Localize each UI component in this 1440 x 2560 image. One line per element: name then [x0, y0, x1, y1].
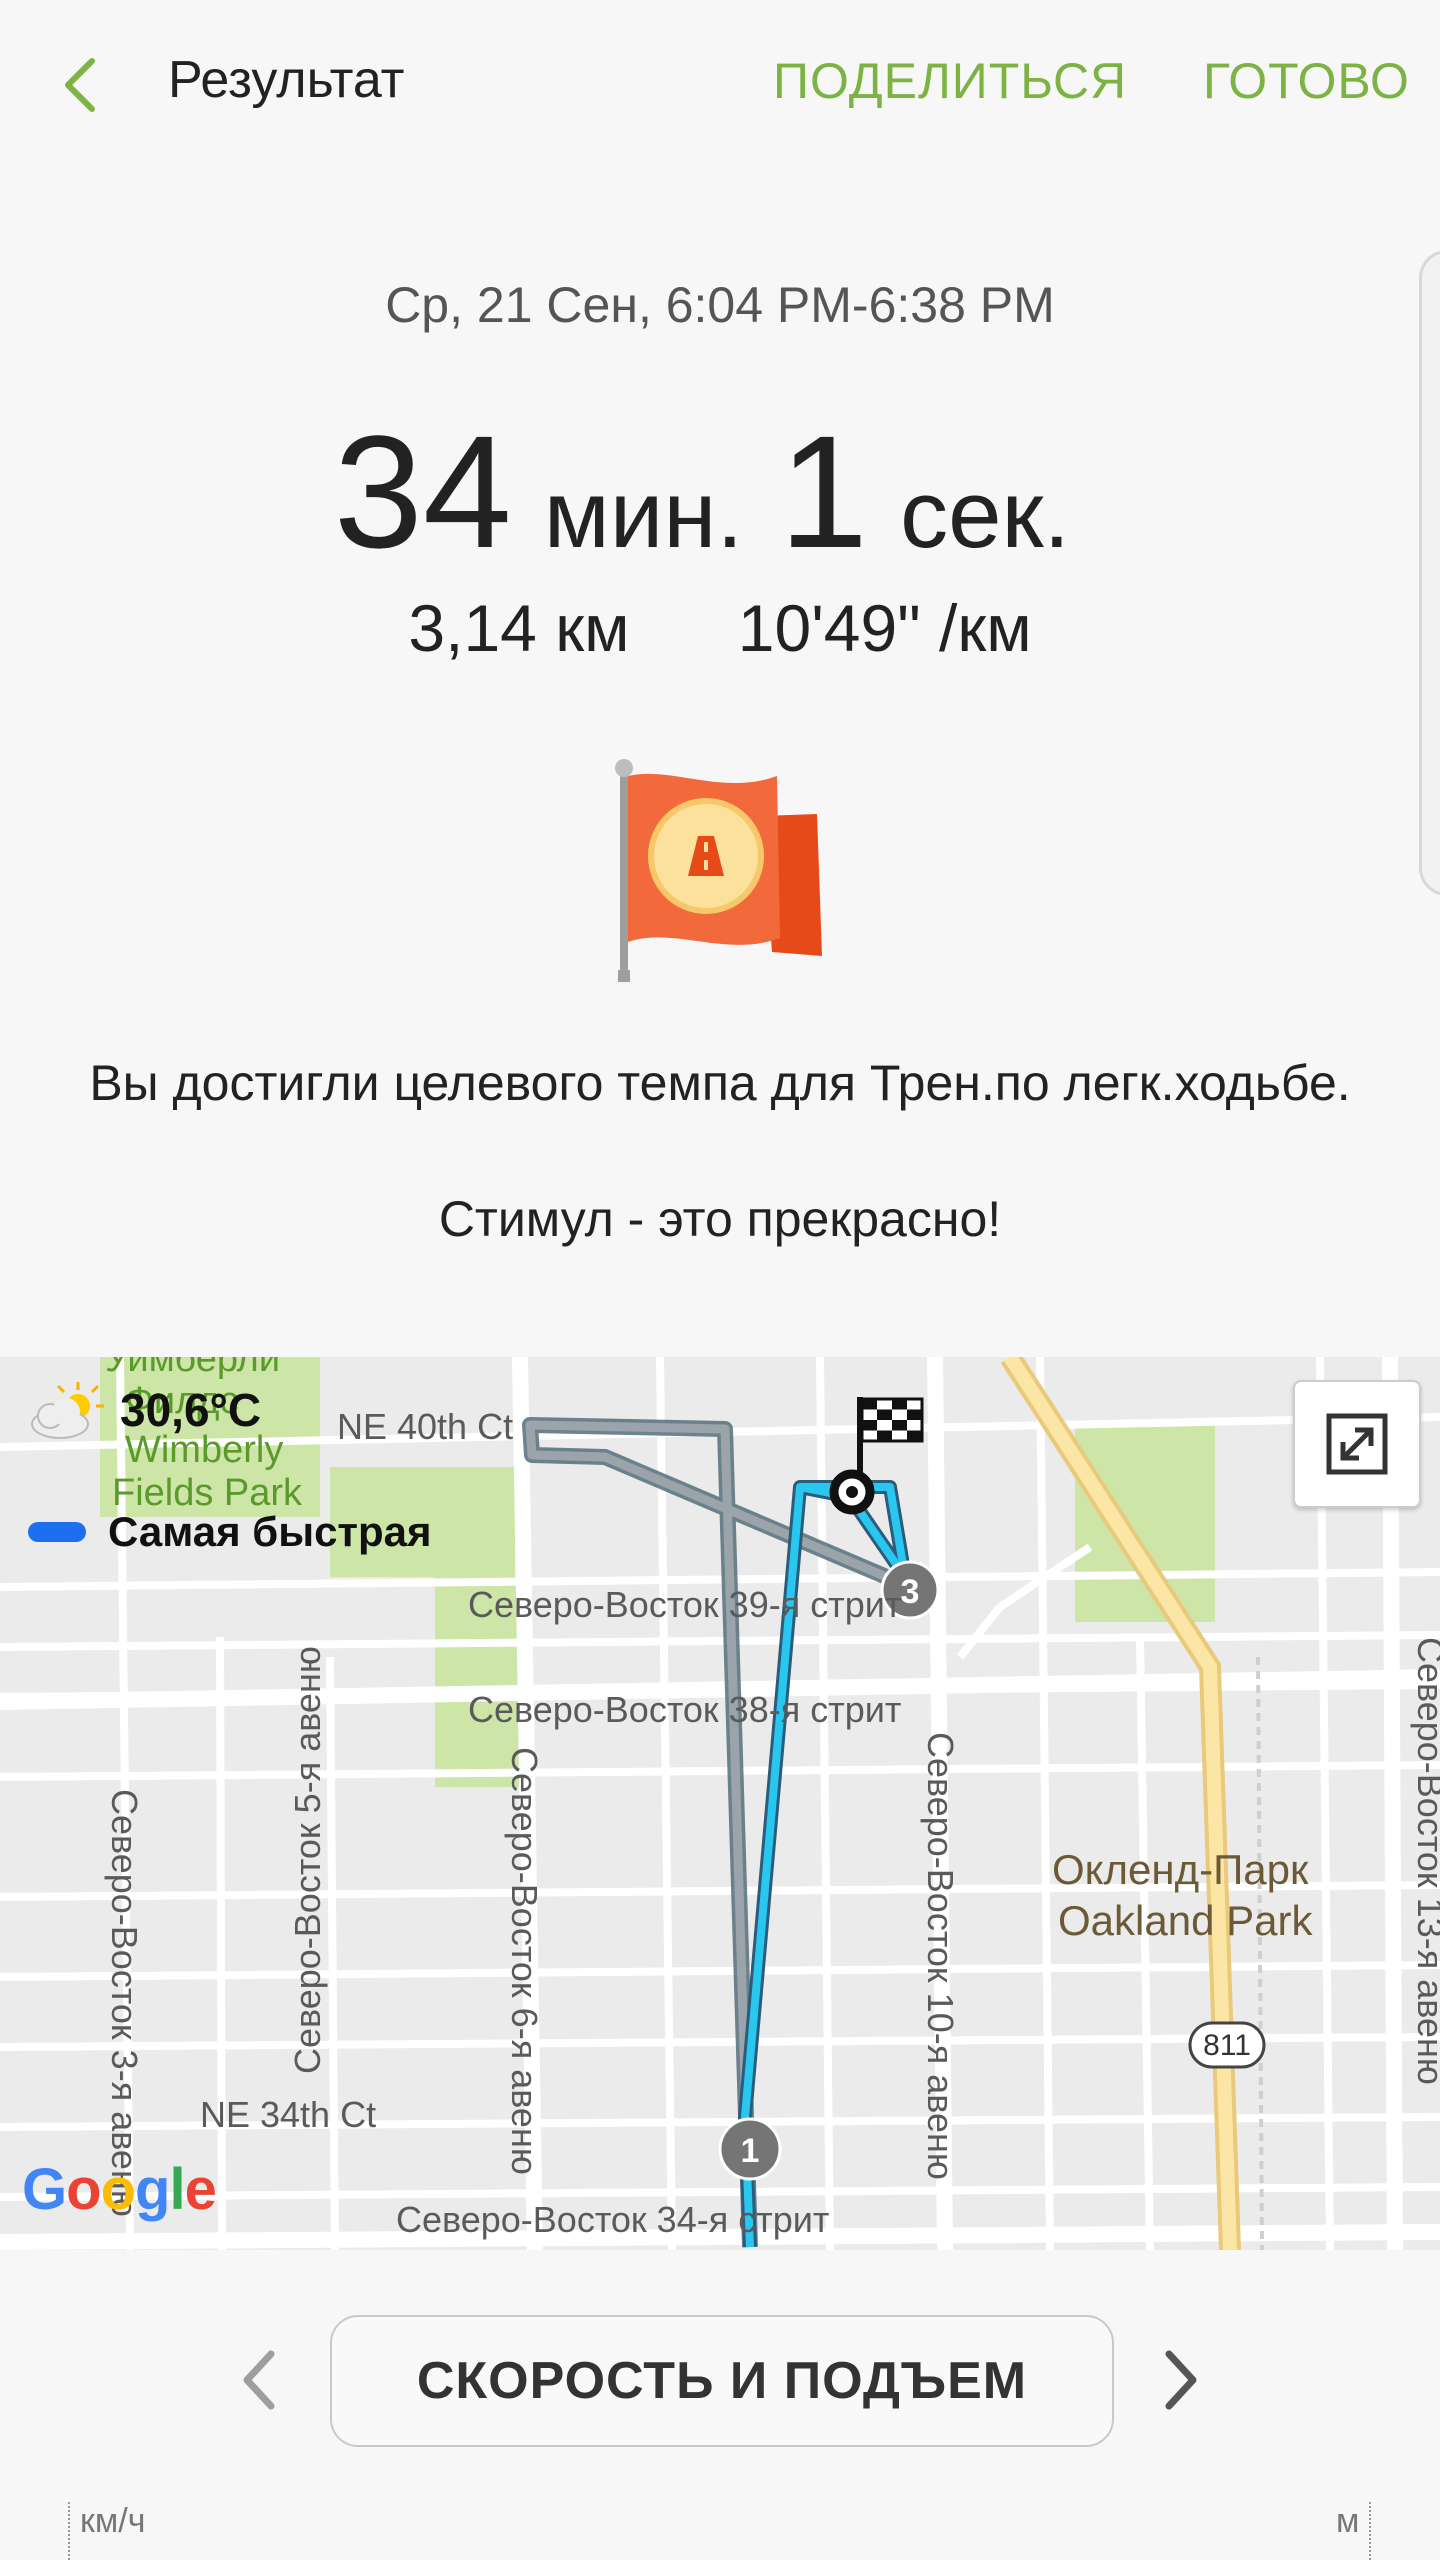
legend-label: Самая быстрая — [108, 1508, 432, 1555]
workout-duration: 34 мин. 1 сек. — [0, 400, 1440, 584]
google-logo: Google — [22, 2157, 217, 2222]
chevron-left-icon — [243, 2350, 275, 2410]
svg-text:3: 3 — [901, 1573, 920, 1611]
svg-text:1: 1 — [741, 2132, 760, 2170]
achievement-message: Вы достигли целевого темпа для Трен.по л… — [89, 1055, 1351, 1111]
workout-stats: 3,14 км 10'49" /км — [0, 590, 1440, 666]
map-label: Северо-Восток 6-я авеню — [504, 1747, 545, 2175]
map-label: Северо-Восток 13-я авеню — [1410, 1637, 1440, 2085]
map-canvas: 3 1 811 Уимберли Филдс Wimberly Fields P… — [0, 1357, 1440, 2250]
achievement-flag-icon — [612, 756, 832, 986]
back-button[interactable] — [40, 40, 120, 130]
duration-minutes: 34 — [333, 402, 512, 581]
svg-text:811: 811 — [1203, 2029, 1251, 2062]
map-label: Северо-Восток 10-я авеню — [920, 1732, 961, 2180]
achievement-encouragement: Стимул - это прекрасно! — [438, 1191, 1002, 1247]
axis-left-unit: км/ч — [68, 2502, 145, 2560]
map-label: Северо-Восток 34-я стрит — [396, 2199, 829, 2240]
next-chart-button[interactable] — [1146, 2330, 1216, 2430]
route-marker-1: 1 — [718, 2117, 782, 2181]
route-legend: Самая быстрая — [28, 1508, 432, 1556]
map-label: Северо-Восток 3-я авеню — [104, 1789, 145, 2217]
expand-icon — [1326, 1413, 1388, 1475]
chevron-right-icon — [1165, 2350, 1197, 2410]
workout-date-range: Ср, 21 Сен, 6:04 PM-6:38 PM — [385, 277, 1055, 333]
highway-811-shield: 811 — [1188, 2021, 1266, 2069]
expand-map-button[interactable] — [1293, 1380, 1421, 1508]
finish-flag-icon — [860, 1397, 924, 1443]
weather-temperature: 30,6°C — [120, 1384, 262, 1436]
share-button[interactable]: ПОДЕЛИТЬСЯ — [773, 52, 1127, 110]
map-label: NE 40th Ct — [337, 1406, 513, 1447]
app-bar: Результат ПОДЕЛИТЬСЯ ГОТОВО — [0, 0, 1440, 170]
done-button[interactable]: ГОТОВО — [1203, 52, 1410, 110]
map-label: Северо-Восток 39-я стрит — [468, 1584, 901, 1625]
map-label: Северо-Восток 38-я стрит — [468, 1689, 901, 1730]
seconds-unit: сек. — [900, 461, 1071, 568]
map-label: NE 34th Ct — [200, 2094, 376, 2135]
axis-right-unit: м — [1336, 2502, 1372, 2560]
route-map[interactable]: 3 1 811 Уимберли Филдс Wimberly Fields P… — [0, 1357, 1440, 2250]
page-title: Результат — [168, 51, 405, 109]
partly-sunny-icon — [31, 1382, 104, 1439]
map-label: Oakland Park — [1058, 1897, 1313, 1944]
map-label: Уимберли — [105, 1357, 280, 1380]
map-park-east — [1075, 1422, 1215, 1622]
distance-value: 3,14 км — [408, 591, 630, 665]
pace-value: 10'49" /км — [737, 591, 1032, 665]
map-label: Окленд-Парк — [1052, 1846, 1309, 1893]
speed-elevation-button[interactable]: СКОРОСТЬ И ПОДЪЕМ — [330, 2315, 1114, 2447]
chevron-left-icon — [65, 58, 95, 112]
map-label: Северо-Восток 5-я авеню — [287, 1646, 328, 2074]
weather-info: 30,6°C — [26, 1378, 261, 1442]
minutes-unit: мин. — [543, 461, 744, 568]
previous-chart-button[interactable] — [224, 2330, 294, 2430]
duration-seconds: 1 — [779, 402, 869, 581]
legend-swatch — [28, 1522, 86, 1542]
